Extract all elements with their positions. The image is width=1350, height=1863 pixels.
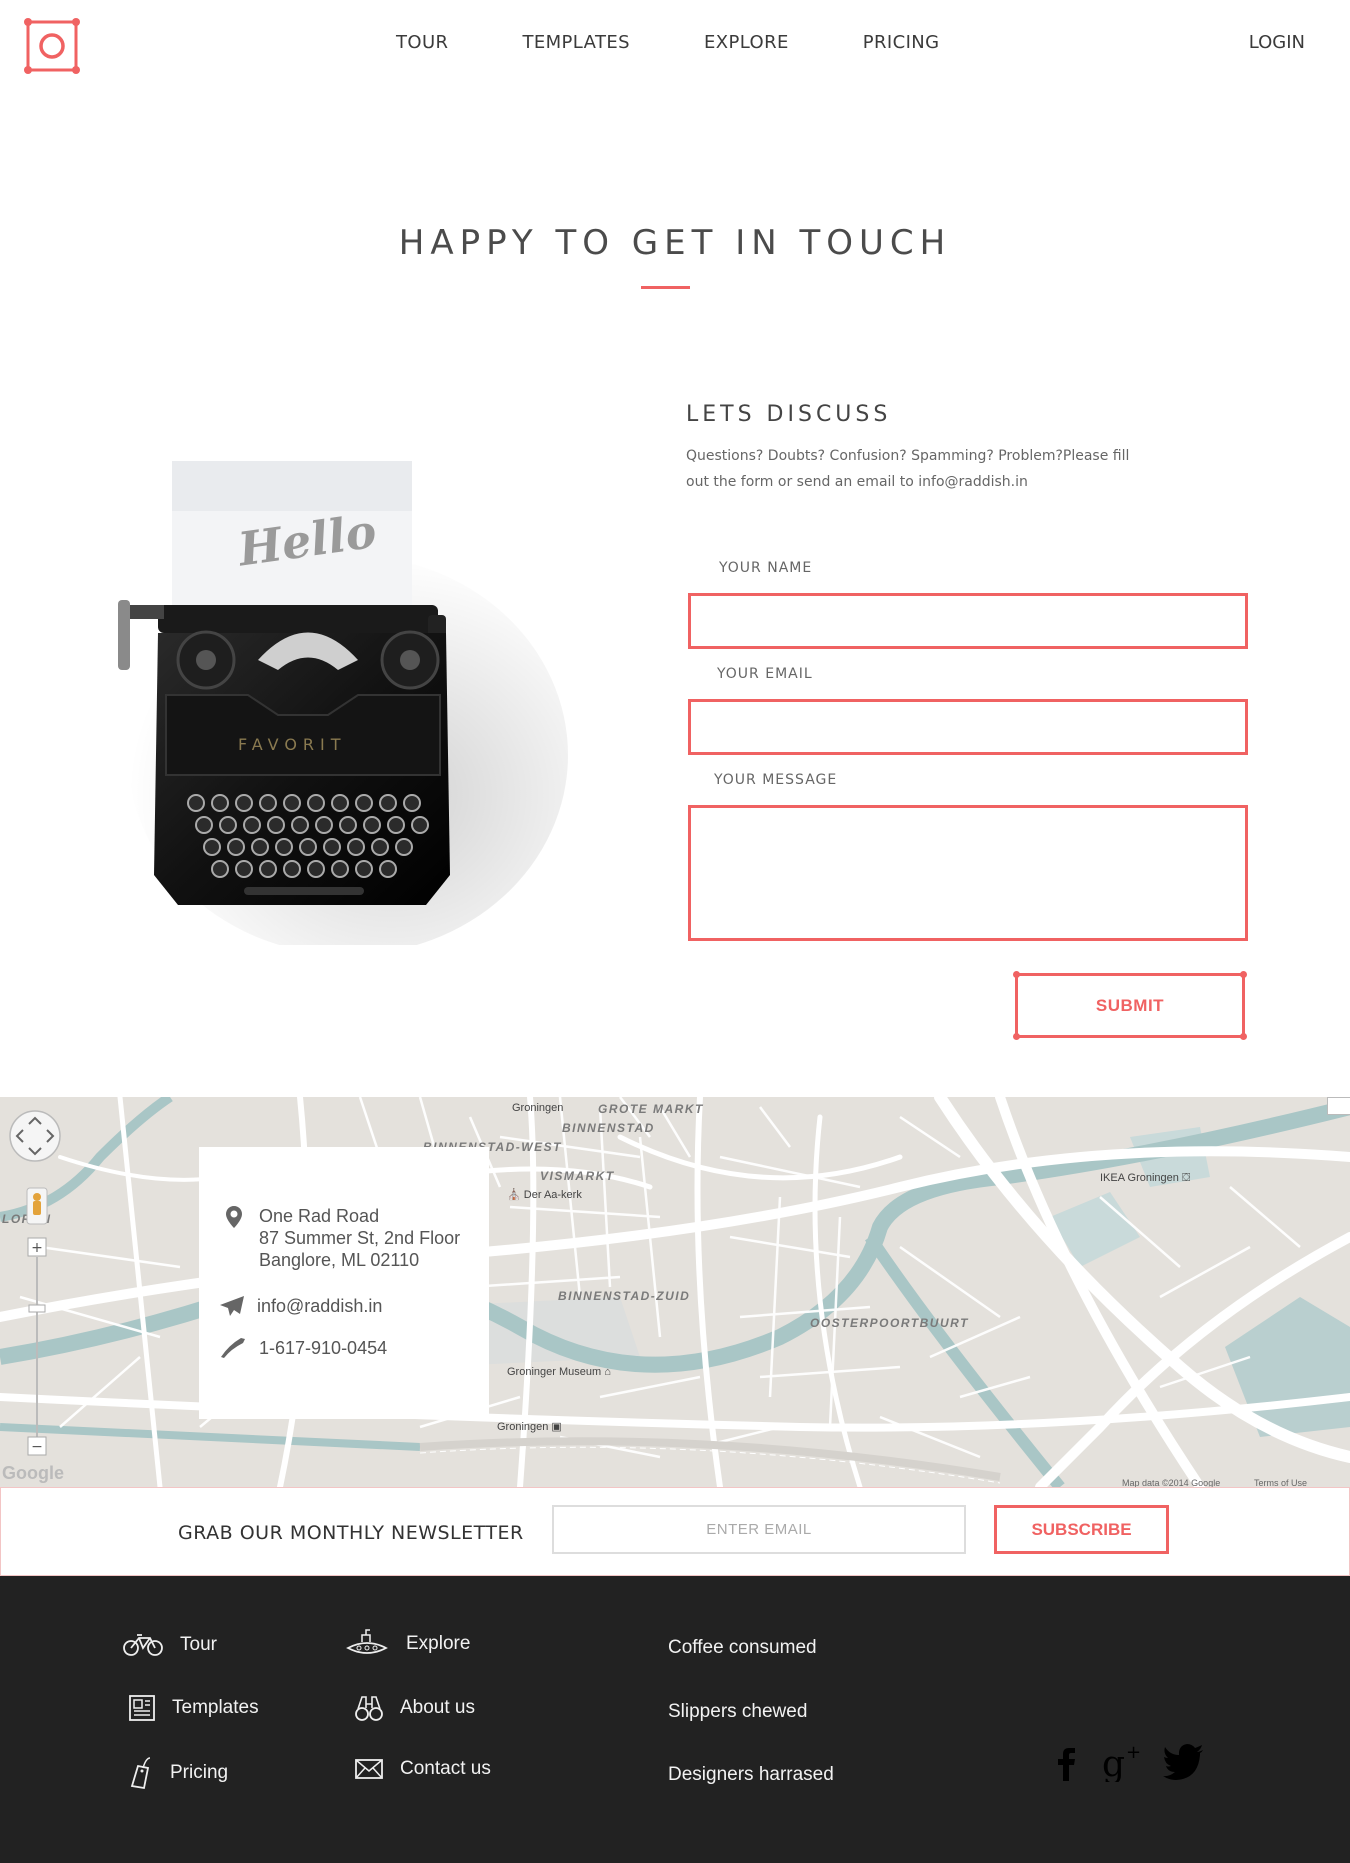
- footer-stat-slippers: Slippers chewed: [668, 1701, 808, 1722]
- name-field[interactable]: [688, 593, 1248, 649]
- paper-plane-icon: [220, 1296, 244, 1316]
- footer-link-tour-label: Tour: [180, 1634, 217, 1655]
- map-district-binnenstad-zuid: BINNENSTAD-ZUID: [558, 1289, 691, 1303]
- footer-link-pricing-label: Pricing: [170, 1762, 229, 1783]
- footer-link-about[interactable]: About us: [354, 1694, 475, 1722]
- binoculars-icon: [355, 1696, 383, 1721]
- address-line-3: Banglore, ML 02110: [259, 1250, 420, 1270]
- nav-link-explore[interactable]: EXPLORE: [704, 32, 789, 53]
- footer-link-contact[interactable]: Contact us: [354, 1758, 491, 1780]
- typewriter-illustration: Hello FAVORIT: [118, 461, 568, 945]
- corner-dot: [1013, 971, 1020, 978]
- typewriter-brand-text: FAVORIT: [238, 735, 347, 754]
- map-label-ikea: IKEA Groningen ⛋: [1100, 1172, 1191, 1184]
- message-label: YOUR MESSAGE: [714, 772, 838, 788]
- location-pin-icon: [226, 1206, 242, 1228]
- svg-text:+: +: [1126, 1742, 1141, 1763]
- newsletter-email-input[interactable]: [552, 1505, 966, 1554]
- form-title: LETS DISCUSS: [686, 402, 892, 427]
- form-description: Questions? Doubts? Confusion? Spamming? …: [686, 448, 1130, 490]
- address-text: One Rad Road 87 Summer St, 2nd Floor Ban…: [259, 1205, 460, 1271]
- top-nav: TOUR TEMPLATES EXPLORE PRICING LOGIN: [0, 0, 1350, 92]
- station-text: Groningen: [497, 1421, 549, 1433]
- nav-link-pricing[interactable]: PRICING: [863, 32, 940, 53]
- email-row[interactable]: info@raddish.in: [219, 1295, 382, 1317]
- bicycle-icon: [123, 1634, 163, 1656]
- map-attribution: Map data ©2014 Google: [1122, 1478, 1221, 1487]
- subscribe-button[interactable]: SUBSCRIBE: [994, 1505, 1169, 1554]
- map-terms-link[interactable]: Terms of Use: [1254, 1478, 1307, 1487]
- newsletter-bar: GRAB OUR MONTHLY NEWSLETTER SUBSCRIBE: [0, 1487, 1350, 1576]
- phone-icon: [221, 1338, 245, 1358]
- footer-link-contact-label: Contact us: [400, 1758, 491, 1779]
- map-district-oosterpoortbuurt: OOSTERPOORTBUURT: [810, 1316, 969, 1330]
- footer-link-explore-label: Explore: [406, 1633, 471, 1654]
- location-map[interactable]: Groningen GROTE MARKT BINNENSTAD BINNENS…: [0, 1097, 1350, 1487]
- corner-dot: [1013, 1033, 1020, 1040]
- corner-dot: [1240, 1033, 1247, 1040]
- email-label: YOUR EMAIL: [717, 666, 813, 682]
- contact-phone[interactable]: 1-617-910-0454: [259, 1337, 387, 1359]
- map-label-museum: Groninger Museum ⌂: [507, 1366, 611, 1378]
- footer: Tour Templates Pricing Explore About us …: [0, 1576, 1350, 1863]
- svg-text:+: +: [31, 1240, 43, 1256]
- map-label-der-aa-kerk: ⛪ Der Aa-kerk: [507, 1189, 582, 1201]
- map-district-grote-markt: GROTE MARKT: [598, 1102, 704, 1116]
- address-row: One Rad Road 87 Summer St, 2nd Floor Ban…: [225, 1205, 460, 1271]
- footer-link-tour[interactable]: Tour: [122, 1633, 217, 1657]
- price-tag-icon: [130, 1757, 151, 1790]
- footer-link-explore[interactable]: Explore: [344, 1628, 470, 1660]
- nav-links: TOUR TEMPLATES EXPLORE PRICING: [396, 32, 1014, 53]
- der-aa-kerk-text: Der Aa-kerk: [523, 1189, 582, 1201]
- footer-link-templates[interactable]: Templates: [128, 1694, 259, 1722]
- twitter-icon[interactable]: [1163, 1744, 1205, 1780]
- google-plus-icon[interactable]: g +: [1102, 1742, 1144, 1782]
- address-card: One Rad Road 87 Summer St, 2nd Floor Ban…: [199, 1147, 489, 1419]
- footer-stat-designers: Designers harrased: [668, 1764, 834, 1785]
- address-line-2: 87 Summer St, 2nd Floor: [259, 1228, 461, 1248]
- newsletter-title: GRAB OUR MONTHLY NEWSLETTER: [178, 1522, 524, 1544]
- google-logo: Google: [2, 1463, 64, 1483]
- template-document-icon: [129, 1695, 155, 1721]
- nav-link-templates[interactable]: TEMPLATES: [522, 32, 630, 53]
- envelope-icon: [355, 1759, 383, 1779]
- message-field[interactable]: [688, 805, 1248, 941]
- museum-text: Groninger Museum: [507, 1366, 602, 1378]
- ikea-text: IKEA Groningen: [1100, 1172, 1179, 1184]
- address-line-1: One Rad Road: [259, 1206, 380, 1226]
- map-district-vismarkt: VISMARKT: [540, 1169, 615, 1183]
- contact-page: TOUR TEMPLATES EXPLORE PRICING LOGIN HAP…: [0, 0, 1350, 1863]
- map-label-groningen-top: Groningen: [512, 1102, 564, 1114]
- map-district-binnenstad: BINNENSTAD: [562, 1121, 655, 1135]
- map-type-control[interactable]: [1327, 1097, 1350, 1115]
- facebook-icon[interactable]: [1054, 1744, 1078, 1782]
- logo-icon[interactable]: [24, 18, 80, 74]
- footer-stat-coffee: Coffee consumed: [668, 1637, 817, 1658]
- street-view-pegman-icon[interactable]: [26, 1187, 48, 1225]
- page-title: HAPPY TO GET IN TOUCH: [398, 223, 952, 263]
- nav-link-tour[interactable]: TOUR: [396, 32, 448, 53]
- submit-button[interactable]: SUBMIT: [1013, 971, 1247, 1040]
- zoom-slider-icon: + −: [27, 1237, 47, 1456]
- footer-link-pricing[interactable]: Pricing: [130, 1756, 228, 1790]
- phone-row[interactable]: 1-617-910-0454: [219, 1337, 387, 1359]
- pan-control-icon[interactable]: [8, 1109, 62, 1163]
- title-underline: [641, 286, 690, 289]
- svg-text:g: g: [1102, 1744, 1125, 1782]
- footer-link-templates-label: Templates: [172, 1697, 259, 1718]
- submarine-icon: [346, 1629, 388, 1654]
- name-label: YOUR NAME: [719, 560, 813, 576]
- zoom-slider[interactable]: + −: [27, 1237, 47, 1457]
- svg-text:−: −: [31, 1439, 43, 1455]
- login-link[interactable]: LOGIN: [1249, 32, 1305, 53]
- corner-dot: [1240, 971, 1247, 978]
- footer-link-about-label: About us: [400, 1697, 475, 1718]
- email-field[interactable]: [688, 699, 1248, 755]
- map-label-station: Groningen ▣: [497, 1421, 562, 1433]
- contact-email[interactable]: info@raddish.in: [257, 1295, 382, 1317]
- submit-label: SUBMIT: [1095, 995, 1165, 1015]
